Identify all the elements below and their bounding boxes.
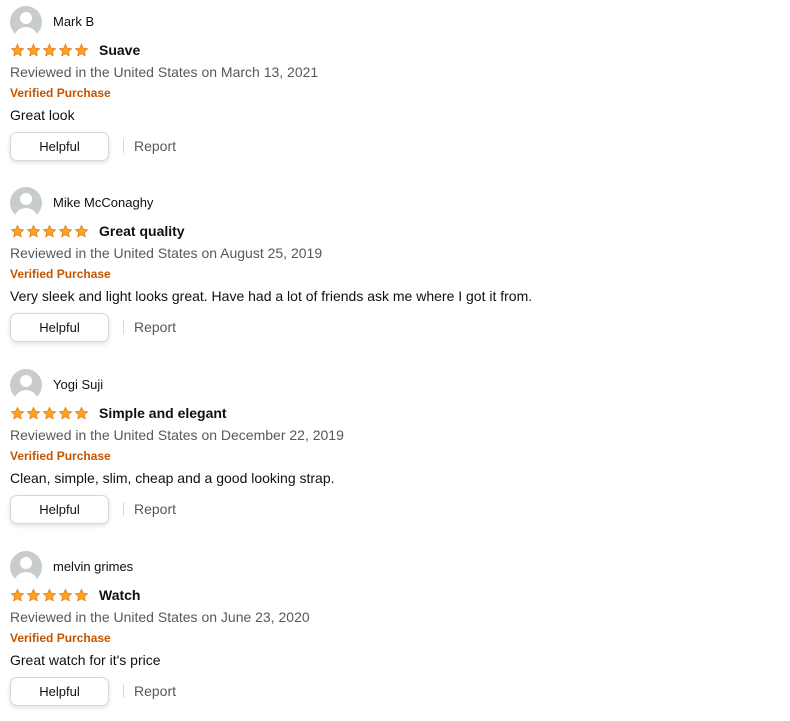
star-icon [74, 223, 89, 238]
star-icon [10, 223, 25, 238]
star-icon [26, 42, 41, 57]
star-rating[interactable] [10, 405, 90, 421]
star-icon [42, 587, 57, 602]
review-actions: Helpful Report [10, 493, 176, 525]
rating-line: Simple and elegant [10, 403, 227, 423]
star-icon [74, 587, 89, 602]
review-title[interactable]: Great quality [99, 222, 185, 240]
rating-line: Watch [10, 585, 140, 605]
review-title[interactable]: Suave [99, 41, 140, 59]
reviewer-profile[interactable]: Mike McConaghy [10, 187, 153, 219]
review-body: Great watch for it's price [10, 652, 161, 668]
review-title[interactable]: Watch [99, 586, 140, 604]
user-avatar-icon [10, 6, 42, 38]
star-rating[interactable] [10, 223, 90, 239]
report-link[interactable]: Report [134, 682, 176, 700]
review-date: Reviewed in the United States on March 1… [10, 64, 319, 80]
review-actions: Helpful Report [10, 675, 176, 707]
star-icon [58, 42, 73, 57]
action-divider [123, 320, 124, 334]
helpful-button[interactable]: Helpful [10, 312, 109, 342]
review-body: Great look [10, 107, 75, 123]
star-icon [26, 223, 41, 238]
review-date: Reviewed in the United States on August … [10, 245, 323, 261]
reviewer-profile[interactable]: melvin grimes [10, 551, 133, 583]
verified-purchase-badge: Verified Purchase [10, 86, 111, 100]
star-icon [58, 405, 73, 420]
star-icon [58, 587, 73, 602]
star-icon [26, 587, 41, 602]
star-icon [10, 42, 25, 57]
report-link[interactable]: Report [134, 137, 176, 155]
action-divider [123, 684, 124, 698]
reviewer-name[interactable]: Yogi Suji [53, 377, 103, 393]
helpful-button[interactable]: Helpful [10, 676, 109, 706]
reviewer-name[interactable]: Mike McConaghy [53, 195, 153, 211]
report-link[interactable]: Report [134, 500, 176, 518]
star-icon [42, 223, 57, 238]
user-avatar-icon [10, 369, 42, 401]
helpful-button[interactable]: Helpful [10, 494, 109, 524]
reviewer-name[interactable]: Mark B [53, 14, 94, 30]
review-body: Very sleek and light looks great. Have h… [10, 288, 533, 304]
action-divider [123, 139, 124, 153]
review: melvin grimes Watch Reviewed in the Unit… [10, 551, 780, 721]
verified-purchase-badge: Verified Purchase [10, 631, 111, 645]
review: Mike McConaghy Great quality Reviewed in… [10, 187, 780, 357]
rating-line: Great quality [10, 221, 185, 241]
review-actions: Helpful Report [10, 311, 176, 343]
star-icon [10, 587, 25, 602]
star-icon [58, 223, 73, 238]
review-body: Clean, simple, slim, cheap and a good lo… [10, 470, 335, 486]
review: Yogi Suji Simple and elegant Reviewed in… [10, 369, 780, 539]
user-avatar-icon [10, 187, 42, 219]
star-icon [42, 42, 57, 57]
review-title[interactable]: Simple and elegant [99, 404, 227, 422]
star-rating[interactable] [10, 587, 90, 603]
star-icon [26, 405, 41, 420]
action-divider [123, 502, 124, 516]
user-avatar-icon [10, 551, 42, 583]
star-icon [10, 405, 25, 420]
report-link[interactable]: Report [134, 318, 176, 336]
star-rating[interactable] [10, 42, 90, 58]
star-icon [74, 42, 89, 57]
star-icon [74, 405, 89, 420]
review-date: Reviewed in the United States on Decembe… [10, 427, 344, 443]
review: Mark B Suave Reviewed in the United Stat… [10, 6, 780, 176]
verified-purchase-badge: Verified Purchase [10, 267, 111, 281]
reviewer-name[interactable]: melvin grimes [53, 559, 133, 575]
reviewer-profile[interactable]: Mark B [10, 6, 94, 38]
helpful-button[interactable]: Helpful [10, 131, 109, 161]
verified-purchase-badge: Verified Purchase [10, 449, 111, 463]
review-actions: Helpful Report [10, 130, 176, 162]
review-date: Reviewed in the United States on June 23… [10, 609, 310, 625]
reviewer-profile[interactable]: Yogi Suji [10, 369, 103, 401]
rating-line: Suave [10, 40, 140, 60]
star-icon [42, 405, 57, 420]
